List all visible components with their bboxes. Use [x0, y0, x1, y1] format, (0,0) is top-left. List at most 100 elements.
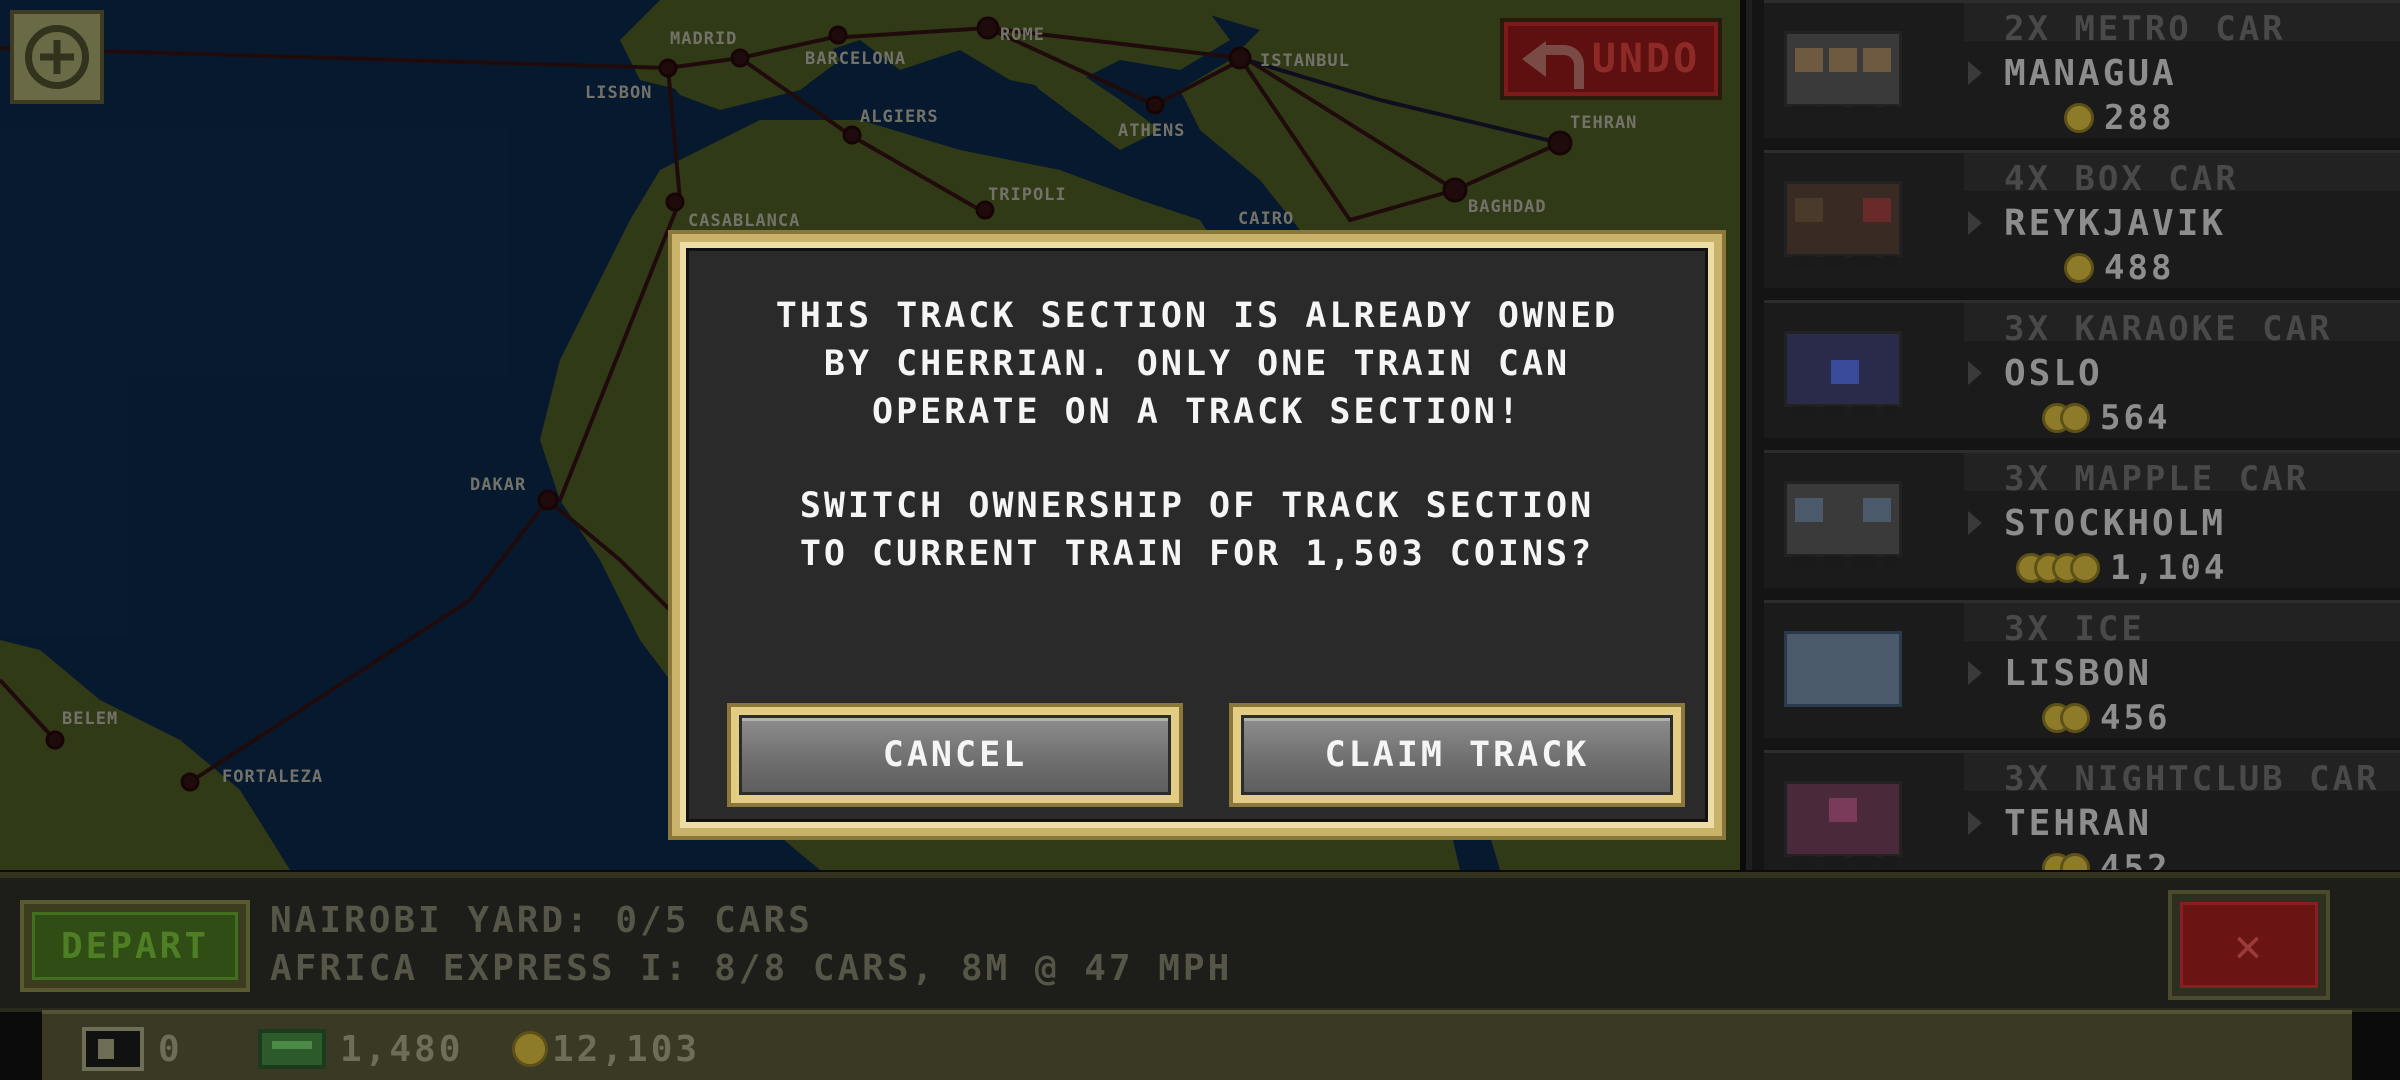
dialog-message-line: SWITCH OWNERSHIP OF TRACK SECTION	[799, 486, 1595, 526]
car-list-item[interactable]: 3X NIGHTCLUB CAR TEHRAN 452	[1764, 750, 2400, 870]
train-status: AFRICA EXPRESS I: 8/8 CARS, 8M @ 47 MPH	[270, 948, 1233, 989]
train-info-bar: DEPART NAIROBI YARD: 0/5 CARS AFRICA EXP…	[0, 872, 2400, 1012]
car-price: 452	[2100, 848, 2171, 870]
claim-track-dialog: THIS TRACK SECTION IS ALREADY OWNED BY C…	[668, 230, 1726, 840]
box-car-icon	[1784, 181, 1902, 268]
coin-icon	[2016, 553, 2100, 583]
coin-icon	[2042, 403, 2090, 433]
claim-track-button-label: CLAIM TRACK	[1241, 715, 1673, 795]
karaoke-car-icon	[1784, 331, 1902, 418]
car-type-label: 3X ICE	[2004, 609, 2145, 649]
car-destination: REYKJAVIK	[2004, 203, 2227, 244]
car-type-label: 3X MAPPLE CAR	[2004, 459, 2310, 499]
station-marker	[658, 58, 678, 78]
city-label-madrid: MADRID	[670, 29, 737, 49]
station-marker	[976, 16, 1000, 40]
station-marker	[1228, 46, 1252, 70]
depart-button[interactable]: DEPART	[20, 900, 250, 992]
station-marker	[665, 192, 685, 212]
rail-line	[188, 498, 550, 784]
tickets-value: 0	[158, 1028, 183, 1070]
car-price: 288	[2104, 98, 2175, 138]
chevron-right-icon	[1968, 61, 1982, 85]
chevron-right-icon	[1968, 661, 1982, 685]
coins-counter: 12,103	[512, 1024, 700, 1074]
coin-icon	[512, 1031, 548, 1067]
city-label-baghdad: BAGHDAD	[1468, 197, 1547, 217]
station-marker	[45, 730, 65, 750]
city-label-tehran: TEHRAN	[1570, 113, 1637, 133]
city-label-lisbon: LISBON	[585, 83, 652, 103]
station-marker	[180, 772, 200, 792]
zoom-plus-icon	[25, 25, 89, 89]
metro-car-icon	[1784, 31, 1902, 118]
city-label-dakar: DAKAR	[470, 475, 526, 495]
chevron-right-icon	[1968, 511, 1982, 535]
ticket-icon	[82, 1027, 144, 1071]
car-price-row: 288	[2064, 98, 2174, 138]
close-icon: ✕	[2180, 902, 2318, 988]
dialog-message-line: TO CURRENT TRAIN FOR 1,503 COINS?	[799, 534, 1595, 574]
yard-status: NAIROBI YARD: 0/5 CARS	[270, 900, 813, 941]
dialog-message-line: THIS TRACK SECTION IS ALREADY OWNED	[775, 296, 1619, 336]
city-label-fortaleza: FORTALEZA	[222, 767, 323, 787]
zoom-in-button[interactable]	[10, 10, 104, 104]
cash-value: 1,480	[340, 1028, 464, 1070]
car-list-item[interactable]: 3X ICE LISBON 456	[1764, 600, 2400, 738]
car-list-item[interactable]: 3X MAPPLE CAR STOCKHOLM 1,104	[1764, 450, 2400, 588]
car-list-panel[interactable]: 2X METRO CAR MANAGUA 288 4X BOX CAR REYK…	[1746, 0, 2400, 870]
chevron-right-icon	[1968, 811, 1982, 835]
car-destination: OSLO	[2004, 353, 2103, 394]
dialog-message-line: OPERATE ON A TRACK SECTION!	[872, 392, 1522, 432]
cancel-button-label: CANCEL	[739, 715, 1171, 795]
car-list-item[interactable]: 3X KARAOKE CAR OSLO 564	[1764, 300, 2400, 438]
ice-car-icon	[1784, 631, 1902, 707]
city-label-athens: ATHENS	[1118, 121, 1185, 141]
car-price-row: 1,104	[2016, 548, 2227, 588]
land-south-america	[0, 640, 290, 870]
city-label-cairo: CAIRO	[1238, 209, 1294, 229]
close-button[interactable]: ✕	[2168, 890, 2330, 1000]
car-price-row: 564	[2042, 398, 2170, 438]
car-price-row: 488	[2064, 248, 2174, 288]
coin-icon	[2042, 853, 2090, 870]
station-marker	[537, 489, 559, 511]
car-price: 488	[2104, 248, 2175, 288]
station-marker	[842, 125, 862, 145]
car-destination: STOCKHOLM	[2004, 503, 2227, 544]
car-price: 564	[2100, 398, 2171, 438]
nightclub-car-icon	[1784, 781, 1902, 868]
undo-button[interactable]: UNDO	[1500, 18, 1722, 100]
dialog-body: THIS TRACK SECTION IS ALREADY OWNED BY C…	[680, 242, 1714, 828]
claim-track-button[interactable]: CLAIM TRACK	[1229, 703, 1685, 807]
cancel-button[interactable]: CANCEL	[727, 703, 1183, 807]
dialog-message: THIS TRACK SECTION IS ALREADY OWNED BY C…	[686, 292, 1708, 578]
coins-value: 12,103	[552, 1028, 701, 1070]
car-type-label: 2X METRO CAR	[2004, 9, 2286, 49]
undo-label: UNDO	[1591, 36, 1701, 82]
city-label-casablanca: CASABLANCA	[688, 211, 800, 231]
undo-arrow-icon	[1522, 33, 1584, 89]
car-type-label: 4X BOX CAR	[2004, 159, 2239, 199]
cash-icon	[258, 1029, 326, 1069]
car-type-label: 3X KARAOKE CAR	[2004, 309, 2333, 349]
chevron-right-icon	[1968, 211, 1982, 235]
city-label-barcelona: BARCELONA	[805, 49, 906, 69]
car-price: 456	[2100, 698, 2171, 738]
car-list-item[interactable]: 2X METRO CAR MANAGUA 288	[1764, 0, 2400, 138]
city-label-rome: ROME	[1000, 25, 1045, 45]
car-price-row: 452	[2042, 848, 2170, 870]
depart-button-label: DEPART	[32, 912, 238, 980]
car-price-row: 456	[2042, 698, 2170, 738]
city-label-algiers: ALGIERS	[860, 107, 939, 127]
car-type-label: 3X NIGHTCLUB CAR	[2004, 759, 2380, 799]
tickets-counter: 0	[82, 1024, 183, 1074]
car-list-item[interactable]: 4X BOX CAR REYKJAVIK 488	[1764, 150, 2400, 288]
station-marker	[1145, 95, 1165, 115]
coin-icon	[2064, 253, 2094, 283]
city-label-tripoli: TRIPOLI	[988, 185, 1067, 205]
city-label-belem: BELEM	[62, 709, 118, 729]
car-destination: TEHRAN	[2004, 803, 2153, 844]
coin-icon	[2042, 703, 2090, 733]
car-destination: LISBON	[2004, 653, 2153, 694]
